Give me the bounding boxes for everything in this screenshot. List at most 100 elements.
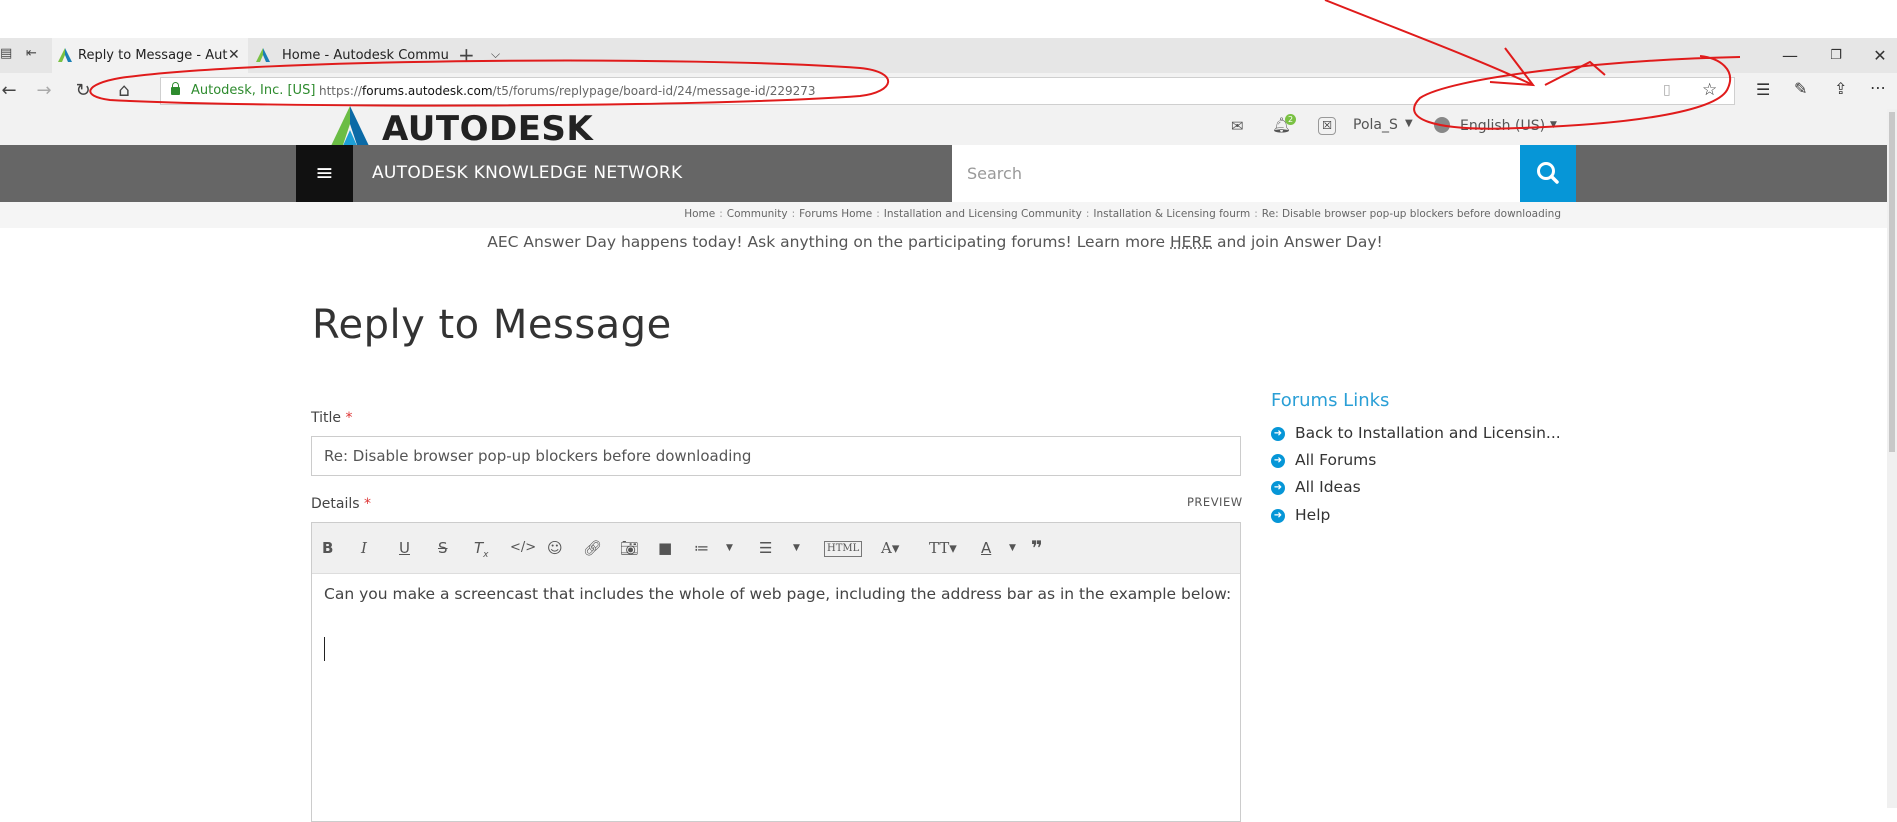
restore-button[interactable]: ❐ [1813,38,1859,73]
search-button[interactable] [1520,145,1576,202]
forums-links-title: Forums Links [1271,390,1390,411]
announcement-text-end: and join Answer Day! [1212,233,1383,251]
breadcrumb-item[interactable]: Forums Home [799,208,872,220]
tab-preview-chevron-icon[interactable]: ⌵ [491,47,500,62]
text-color-icon[interactable]: A [981,536,991,560]
strikethrough-icon[interactable]: S [438,536,448,560]
home-button[interactable]: ⌂ [105,73,143,109]
font-family-icon[interactable]: A▾ [881,536,899,560]
knowledge-network-bar: ≡ AUTODESK KNOWLEDGE NETWORK Search [0,145,1887,202]
code-icon[interactable]: </> [510,536,536,560]
insert-photo-icon[interactable]: 📷︎ [620,536,639,560]
search-input[interactable]: Search [952,145,1520,202]
page-title: Reply to Message [312,302,672,348]
set-tabs-aside-icon[interactable]: ⇤ [26,46,37,61]
arrow-circle-icon: ➜ [1271,453,1285,468]
back-button[interactable]: ← [0,73,28,109]
lock-icon [171,82,180,95]
announcement-banner: AEC Answer Day happens today! Ask anythi… [0,233,1870,251]
arrow-circle-icon: ➜ [1271,508,1285,523]
insert-video-icon[interactable]: ■ [658,536,672,560]
title-field[interactable]: Re: Disable browser pop-up blockers befo… [311,436,1241,476]
preview-link[interactable]: PREVIEW [1187,495,1243,509]
url-text: https://forums.autodesk.com/t5/forums/re… [319,84,816,98]
close-tab-icon[interactable]: ✕ [228,38,240,73]
text-caret [324,637,325,661]
rich-text-editor: B I U S Tx </> ☺ 🔗︎ 📷︎ ■ ≔ ▼ ☰ ▼ HTML A▾… [311,522,1241,822]
editor-toolbar: B I U S Tx </> ☺ 🔗︎ 📷︎ ■ ≔ ▼ ☰ ▼ HTML A▾… [312,523,1240,574]
mail-icon[interactable]: ✉ [1231,117,1244,135]
language-selector[interactable]: English (US) [1460,118,1545,134]
announcement-link[interactable]: HERE [1170,233,1212,251]
user-name[interactable]: Pola_S [1353,117,1398,133]
sidebar-link-help[interactable]: ➜ Help [1271,506,1330,524]
editor-body-text[interactable]: Can you make a screencast that includes … [324,585,1231,603]
tab-reply-to-message[interactable]: Reply to Message - Aut ✕ [52,38,248,73]
required-mark: * [345,410,353,426]
tab-list-icon[interactable]: ▤ [0,46,12,61]
user-avatar[interactable]: ☒ [1318,117,1336,135]
link-icon[interactable]: 🔗︎ [583,536,602,560]
bullet-list-icon[interactable]: ☰ [759,536,772,560]
hamburger-menu-icon[interactable]: ≡ [296,145,353,202]
breadcrumb-item[interactable]: Installation & Licensing fourm [1093,208,1250,220]
refresh-button[interactable]: ↻ [64,73,102,109]
new-tab-icon[interactable]: + [458,43,475,67]
html-source-icon[interactable]: HTML [824,541,863,557]
close-window-button[interactable]: ✕ [1857,38,1897,73]
underline-icon[interactable]: U [399,536,410,560]
numbered-list-caret-icon[interactable]: ▼ [726,536,733,560]
numbered-list-icon[interactable]: ≔ [694,536,709,560]
pen-notes-icon[interactable]: ✎ [1794,79,1807,98]
sidebar-link-all-ideas[interactable]: ➜ All Ideas [1271,478,1361,496]
browser-address-bar: ← → ↻ ⌂ Autodesk, Inc. [US] https://foru… [0,73,1897,109]
arrow-circle-icon: ➜ [1271,480,1285,495]
tab-label: Home - Autodesk Commun [282,48,448,63]
url-domain: forums.autodesk.com [362,84,493,98]
site-identity: Autodesk, Inc. [US] [191,83,316,98]
bullet-list-caret-icon[interactable]: ▼ [793,536,800,560]
search-icon [1537,162,1559,184]
required-mark: * [364,496,371,512]
site-header: AUTODESK ✉ 🔔︎ 2 ☒ Pola_S ▼ English (US) … [0,106,1897,149]
tab-label: Reply to Message - Aut [78,48,228,63]
announcement-text: AEC Answer Day happens today! Ask anythi… [487,233,1171,251]
arrow-circle-icon: ➜ [1271,426,1285,441]
clear-format-icon[interactable]: Tx [474,536,489,560]
emoji-icon[interactable]: ☺ [547,536,563,560]
details-label: Details * [311,496,371,512]
title-label: Title * [311,410,353,426]
tab-home-autodesk[interactable]: Home - Autodesk Commun [252,38,448,73]
user-menu-caret-icon[interactable]: ▼ [1405,118,1413,129]
sidebar-link-back[interactable]: ➜ Back to Installation and Licensin... [1271,424,1561,442]
text-color-caret-icon[interactable]: ▼ [1009,536,1016,560]
scrollbar-thumb[interactable] [1889,112,1895,452]
breadcrumb-current: Re: Disable browser pop-up blockers befo… [1261,208,1561,220]
autodesk-logo-icon[interactable] [330,106,370,148]
breadcrumb-bar: Home: Community: Forums Home: Installation … [0,202,1887,228]
minimize-button[interactable]: — [1767,38,1813,73]
forward-button[interactable]: → [25,73,63,109]
reading-view-icon[interactable]: ▯ [1663,82,1671,98]
favorite-star-icon[interactable]: ☆ [1702,80,1717,100]
autodesk-tab-icon [256,48,270,62]
bold-icon[interactable]: B [322,536,333,560]
network-title[interactable]: AUTODESK KNOWLEDGE NETWORK [372,145,682,202]
autodesk-logo-text[interactable]: AUTODESK [382,109,593,149]
blockquote-icon[interactable]: ❞ [1031,536,1043,560]
breadcrumb-item[interactable]: Community [727,208,788,220]
url-prefix: https:// [319,84,363,98]
share-icon[interactable]: ⇪ [1834,79,1847,98]
language-caret-icon[interactable]: ▼ [1550,120,1557,130]
url-field[interactable]: Autodesk, Inc. [US] https://forums.autod… [160,77,1735,105]
notification-badge: 2 [1285,114,1296,125]
font-size-icon[interactable]: TT▾ [929,536,957,560]
italic-icon[interactable]: I [361,536,367,560]
breadcrumb-item[interactable]: Installation and Licensing Community [884,208,1082,220]
favorites-hub-icon[interactable]: ☰ [1756,80,1770,99]
more-menu-icon[interactable]: ⋯ [1870,78,1886,97]
breadcrumb-item[interactable]: Home [684,208,715,220]
sidebar-link-all-forums[interactable]: ➜ All Forums [1271,451,1376,469]
browser-tab-bar: ▤ ⇤ Reply to Message - Aut ✕ Home - Auto… [0,38,1897,73]
breadcrumb: Home: Community: Forums Home: Installation … [684,208,1561,220]
